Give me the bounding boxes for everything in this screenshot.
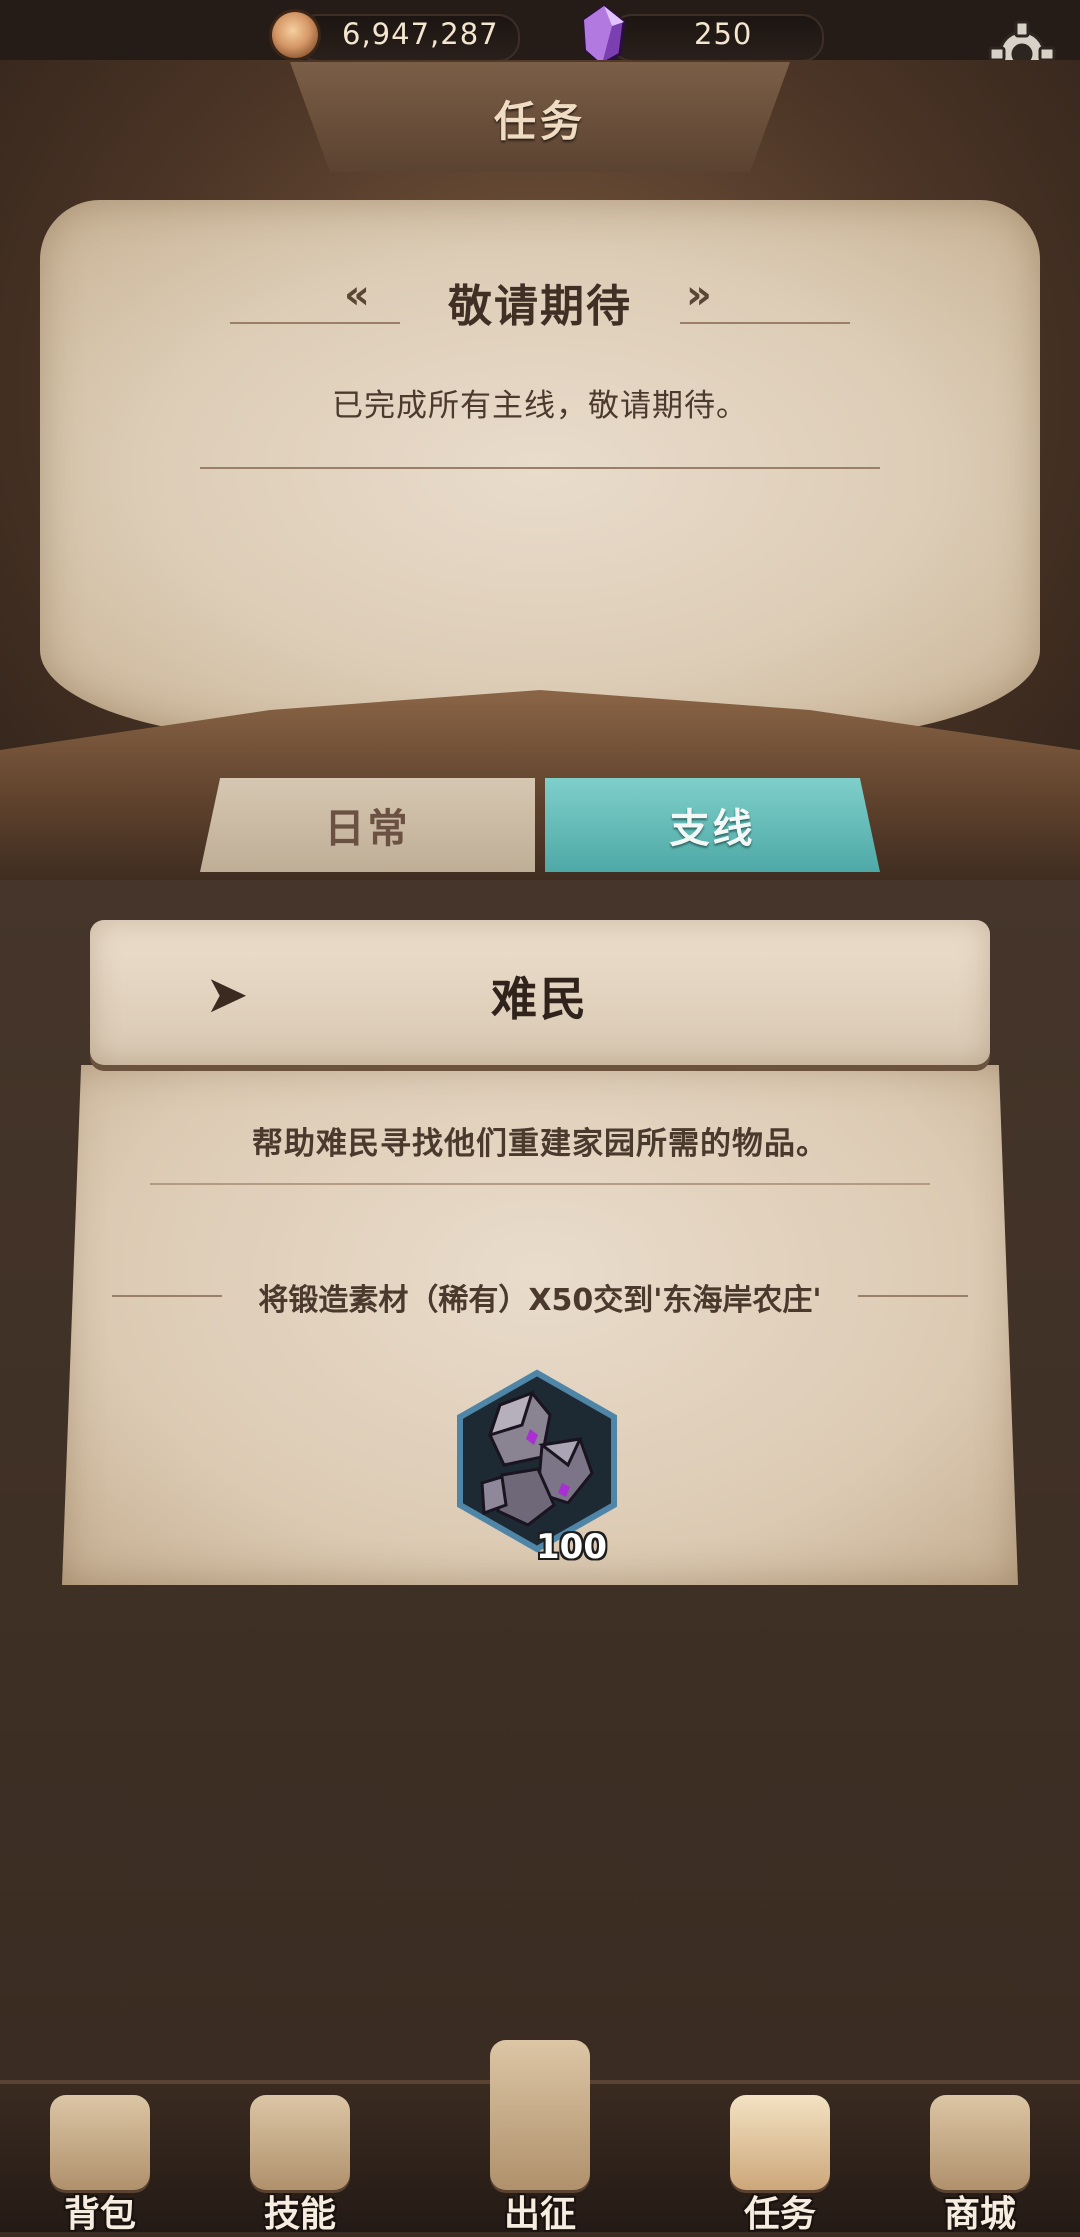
- nav-skills-label: 技能: [263, 2194, 336, 2235]
- gem-value: 250: [694, 17, 753, 51]
- tab-daily-label: 日常: [324, 806, 411, 852]
- notice-title: 敬请期待: [448, 281, 632, 332]
- nav-shop-label: 商城: [943, 2194, 1016, 2235]
- nav-quests-label: 任务: [743, 2194, 816, 2235]
- nav-shop[interactable]: 商城: [895, 2090, 1065, 2235]
- gem-icon: [582, 4, 626, 66]
- nav-quests[interactable]: 任务: [695, 2090, 865, 2235]
- quest-description: 帮助难民寻找他们重建家园所需的物品。: [252, 1126, 828, 1162]
- sword-map-icon: [490, 2040, 590, 2190]
- horn-scroll-icon: [730, 2095, 830, 2190]
- notice-body: 已完成所有主线，敬请期待。: [332, 388, 748, 424]
- divider: [150, 1183, 930, 1185]
- coin-icon: [272, 12, 318, 58]
- nav-expedition[interactable]: 出征: [455, 2030, 625, 2235]
- backpack-icon: [50, 2095, 150, 2190]
- tab-daily[interactable]: 日常: [200, 778, 535, 872]
- tab-side-quest-label: 支线: [669, 806, 756, 852]
- nav-backpack[interactable]: 背包: [15, 2090, 185, 2235]
- shop-crown-icon: [930, 2095, 1030, 2190]
- nav-backpack-label: 背包: [63, 2194, 136, 2235]
- quest-objective: 将锻造素材（稀有）X50交到'东海岸农庄': [258, 1283, 822, 1318]
- skill-book-icon: [250, 2095, 350, 2190]
- nav-skills[interactable]: 技能: [215, 2090, 385, 2235]
- coin-value: 6,947,287: [342, 17, 499, 51]
- nav-expedition-label: 出征: [503, 2194, 576, 2235]
- quest-name: 难民: [491, 972, 589, 1026]
- page-title: 任务: [493, 97, 586, 146]
- divider: [200, 467, 880, 469]
- reward-count: 100: [536, 1527, 607, 1567]
- tab-side-quest[interactable]: 支线: [545, 778, 880, 872]
